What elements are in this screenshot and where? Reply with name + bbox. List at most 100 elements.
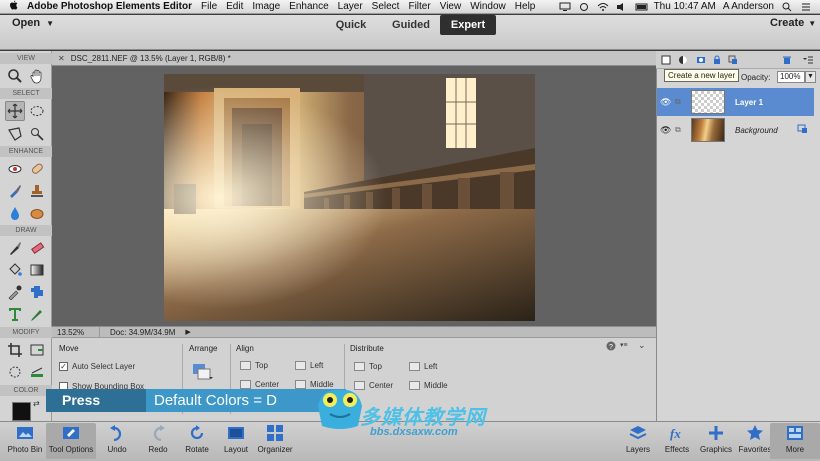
new-layer-icon[interactable]	[661, 55, 671, 65]
menu-file[interactable]: File	[201, 1, 217, 12]
visibility-eye-icon[interactable]: 👁	[660, 97, 672, 108]
menubar-user[interactable]: A Anderson	[723, 1, 774, 12]
display-icon[interactable]	[559, 2, 571, 12]
status-menu-arrow-icon[interactable]: ▶	[185, 328, 190, 336]
tool-options-button[interactable]: Tool Options	[46, 423, 96, 459]
spot-healing-icon[interactable]	[27, 159, 47, 179]
link-layer-icon[interactable]: ⧉	[675, 125, 685, 135]
menu-layer[interactable]: Layer	[338, 1, 363, 12]
auto-select-checkbox[interactable]: ✓	[59, 362, 68, 371]
collapse-options-icon[interactable]: ⌄	[638, 340, 646, 351]
app-name[interactable]: Adobe Photoshop Elements Editor	[27, 1, 192, 12]
distribute-left-button[interactable]: Left	[409, 362, 437, 371]
sponge-tool-icon[interactable]	[27, 203, 47, 223]
lock-all-icon[interactable]	[712, 55, 722, 65]
align-left-label: Left	[310, 361, 324, 370]
wifi-icon[interactable]	[597, 2, 609, 12]
distribute-top-icon	[354, 362, 365, 371]
recompose-tool-icon[interactable]	[27, 340, 47, 360]
rotate-label: Rotate	[185, 445, 209, 454]
sync-icon[interactable]	[578, 2, 590, 12]
mode-expert-tab[interactable]: Expert	[440, 15, 496, 35]
layer-thumbnail	[691, 118, 725, 142]
create-button[interactable]: Create ▼	[770, 17, 816, 29]
custom-shape-icon[interactable]	[27, 282, 47, 302]
distribute-top-button[interactable]: Top	[354, 362, 382, 371]
elliptical-marquee-icon[interactable]	[27, 101, 47, 121]
paint-bucket-icon[interactable]	[5, 260, 25, 280]
red-eye-tool-icon[interactable]	[5, 159, 25, 179]
eyedropper-icon[interactable]	[5, 282, 25, 302]
photo-bin-button[interactable]: Photo Bin	[0, 423, 50, 459]
delete-layer-icon[interactable]	[782, 55, 792, 65]
mode-guided-tab[interactable]: Guided	[388, 15, 434, 35]
document-tab[interactable]: ✕ DSC_2811.NEF @ 13.5% (Layer 1, RGB/8) …	[52, 51, 656, 66]
tool-options-label: Tool Options	[48, 445, 94, 454]
smart-brush-icon[interactable]	[5, 181, 25, 201]
layer-row-background[interactable]: 👁 ⧉ Background	[657, 116, 814, 144]
auto-select-layer-option[interactable]: ✓ Auto Select Layer	[59, 362, 135, 371]
link-layer-icon[interactable]: ⧉	[675, 97, 685, 107]
lasso-tool-icon[interactable]	[5, 124, 25, 144]
background-lock-icon[interactable]	[797, 124, 808, 137]
arrange-dropdown-icon[interactable]	[192, 362, 214, 382]
layer-row-layer-1[interactable]: 👁 ⧉ Layer 1	[657, 88, 814, 116]
close-document-icon[interactable]: ✕	[58, 54, 65, 63]
menu-select[interactable]: Select	[372, 1, 400, 12]
visibility-eye-icon[interactable]: 👁	[660, 125, 672, 136]
menu-window[interactable]: Window	[470, 1, 506, 12]
layers-panel-toolbar	[656, 51, 820, 69]
add-mask-icon[interactable]	[696, 55, 706, 65]
document-photo[interactable]	[164, 74, 535, 321]
zoom-level[interactable]: 13.52%	[52, 327, 100, 337]
gradient-tool-icon[interactable]	[27, 260, 47, 280]
brush-tool-icon[interactable]	[5, 238, 25, 258]
eraser-tool-icon[interactable]	[27, 238, 47, 258]
menu-filter[interactable]: Filter	[408, 1, 430, 12]
organizer-label: Organizer	[257, 445, 293, 454]
foreground-color-swatch[interactable]	[12, 402, 31, 421]
menu-edit[interactable]: Edit	[226, 1, 243, 12]
help-icon[interactable]: ?	[606, 341, 616, 351]
quick-selection-icon[interactable]	[27, 124, 47, 144]
open-button[interactable]: Open ▼	[12, 17, 54, 29]
menubar-clock[interactable]: Thu 10:47 AM	[654, 1, 716, 12]
spotlight-search-icon[interactable]	[781, 2, 793, 12]
apple-icon[interactable]	[9, 0, 18, 14]
straighten-tool-icon[interactable]	[27, 362, 47, 382]
layers-icon	[629, 426, 647, 440]
volume-icon[interactable]	[616, 2, 628, 12]
options-menu-icon[interactable]: ▾≡	[620, 341, 628, 349]
swap-colors-icon[interactable]: ⇄	[33, 399, 43, 409]
blur-tool-icon[interactable]	[5, 203, 25, 223]
opacity-dropdown-icon[interactable]: ▼	[805, 71, 816, 83]
lock-transparency-icon[interactable]	[728, 55, 738, 65]
zoom-tool-icon[interactable]	[5, 66, 25, 86]
menu-view[interactable]: View	[440, 1, 462, 12]
mode-quick-tab[interactable]: Quick	[328, 15, 374, 35]
chevron-down-icon: ▼	[808, 19, 817, 28]
distribute-middle-button[interactable]: Middle	[409, 381, 448, 390]
more-panel-button[interactable]: More	[770, 423, 820, 459]
crop-tool-icon[interactable]	[5, 340, 25, 360]
pencil-tool-icon[interactable]	[27, 304, 47, 324]
align-top-button[interactable]: Top	[240, 361, 268, 370]
opacity-field[interactable]: 100%	[777, 71, 805, 83]
content-aware-move-icon[interactable]	[5, 362, 25, 382]
menu-enhance[interactable]: Enhance	[289, 1, 328, 12]
organizer-icon	[267, 425, 283, 441]
align-left-button[interactable]: Left	[295, 361, 323, 370]
hand-tool-icon[interactable]	[27, 66, 47, 86]
battery-icon[interactable]	[635, 2, 648, 12]
notification-list-icon[interactable]	[800, 2, 812, 12]
move-tool-icon[interactable]	[5, 101, 25, 121]
menu-help[interactable]: Help	[515, 1, 536, 12]
arrange-title: Arrange	[189, 344, 218, 353]
organizer-button[interactable]: Organizer	[250, 423, 300, 459]
align-center-button[interactable]: Center	[240, 380, 279, 389]
clone-stamp-icon[interactable]	[27, 181, 47, 201]
new-adjustment-layer-icon[interactable]	[678, 55, 688, 65]
panel-menu-icon[interactable]	[802, 55, 814, 65]
type-tool-icon[interactable]	[5, 304, 25, 324]
menu-image[interactable]: Image	[252, 1, 280, 12]
